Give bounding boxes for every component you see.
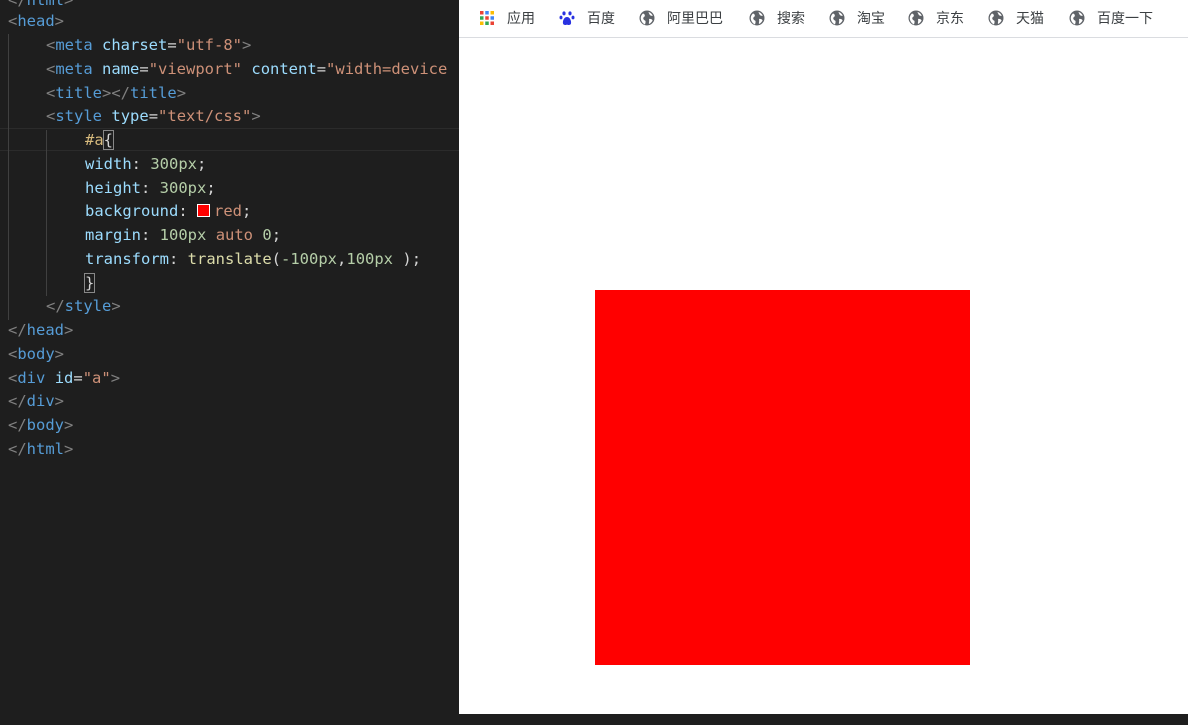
code-line: background: red; (85, 202, 252, 220)
bookmark-label: 百度一下 (1097, 11, 1153, 27)
code-line: <meta name="viewport" content="width=dev… (46, 60, 448, 78)
bookmark-label: 应用 (507, 11, 535, 27)
bookmark-apps[interactable]: 应用 (479, 0, 535, 36)
bookmark-label: 阿里巴巴 (667, 11, 723, 27)
globe-icon (988, 10, 1004, 26)
code-line: </style> (46, 297, 121, 315)
bookmark-label: 淘宝 (857, 11, 885, 27)
code-editor[interactable]: </html> <head> <meta charset="utf-8"> <m… (0, 0, 459, 725)
bookmark-taobao[interactable]: 淘宝 (829, 0, 885, 36)
globe-icon (749, 10, 765, 26)
browser-preview: 应用 百度 阿里巴巴 搜索 淘宝 京东 天猫 百度一下 (459, 0, 1188, 714)
code-line: <meta charset="utf-8"> (46, 36, 252, 54)
globe-icon (908, 10, 924, 26)
code-line: height: 300px; (85, 179, 216, 197)
indent-guide (46, 130, 47, 296)
code-line: </head> (8, 321, 74, 339)
code-line: margin: 100px auto 0; (85, 226, 282, 244)
bookmark-label: 天猫 (1016, 11, 1044, 27)
bookmark-label: 京东 (936, 11, 964, 27)
bookmark-label: 百度 (587, 11, 615, 27)
code-line: <style type="text/css"> (46, 107, 261, 125)
apps-grid-icon (480, 11, 494, 25)
code-line: } (83, 273, 96, 293)
globe-icon (829, 10, 845, 26)
red-box-div (595, 290, 970, 665)
code-line: #a{ (85, 130, 115, 150)
current-line-highlight (0, 128, 459, 151)
code-line: <head> (8, 12, 65, 30)
bookmark-jd[interactable]: 京东 (908, 0, 964, 36)
code-line: <div id="a"> (8, 369, 121, 387)
bookmark-search[interactable]: 搜索 (749, 0, 805, 36)
code-line: transform: translate(-100px,100px ); (85, 250, 422, 268)
bookmark-baidu-search[interactable]: 百度一下 (1069, 0, 1153, 36)
code-line: <body> (8, 345, 65, 363)
globe-icon (639, 10, 655, 26)
code-line: </html> (8, 440, 74, 458)
indent-guide (8, 34, 9, 320)
globe-icon (1069, 10, 1085, 26)
baidu-paw-icon (559, 11, 575, 25)
code-line: <title></title> (46, 84, 187, 102)
bookmark-baidu[interactable]: 百度 (559, 0, 615, 36)
bookmarks-bar: 应用 百度 阿里巴巴 搜索 淘宝 京东 天猫 百度一下 (459, 0, 1188, 38)
code-line: </body> (8, 416, 74, 434)
code-line: </div> (8, 392, 65, 410)
bookmark-alibaba[interactable]: 阿里巴巴 (639, 0, 723, 36)
code-line: width: 300px; (85, 155, 207, 173)
bookmark-label: 搜索 (777, 11, 805, 27)
bottom-strip (459, 714, 1188, 725)
color-swatch[interactable] (197, 204, 210, 217)
bookmark-tmall[interactable]: 天猫 (988, 0, 1044, 36)
